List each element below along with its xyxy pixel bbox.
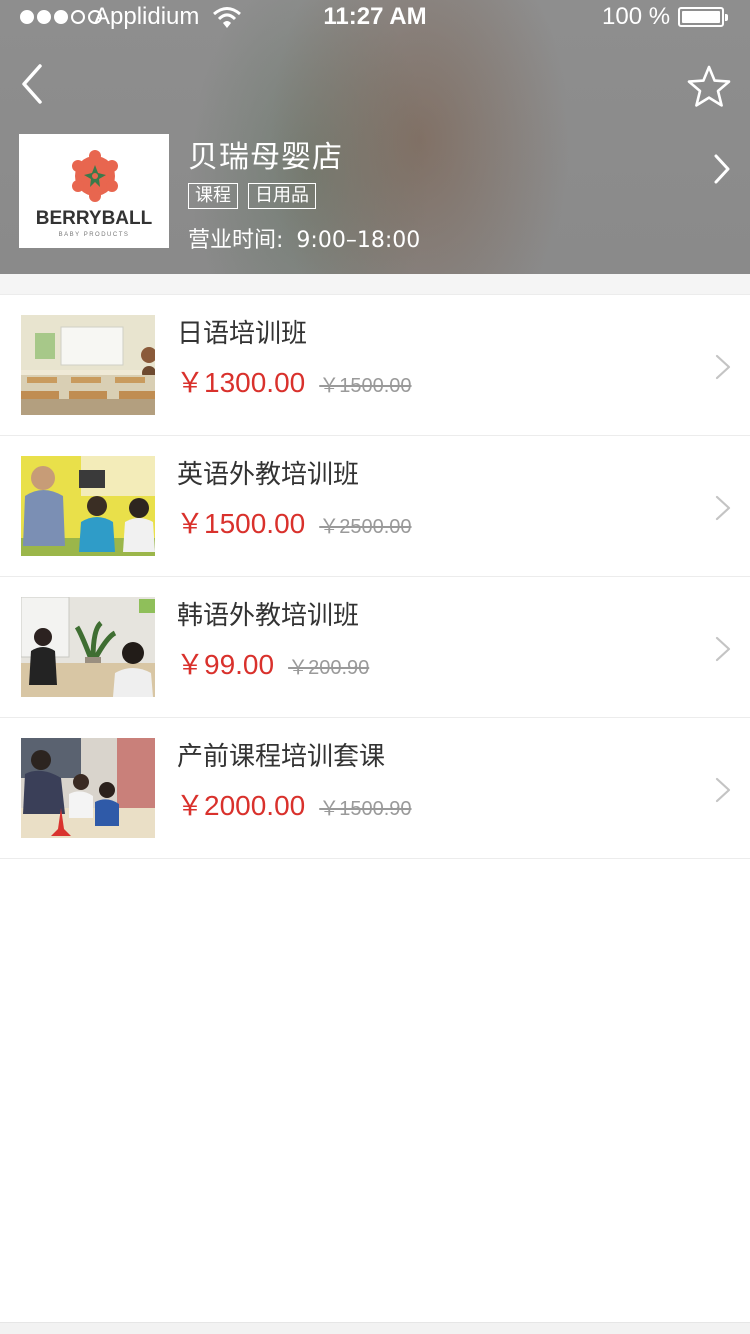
chevron-right-icon bbox=[715, 777, 731, 803]
status-bar: Applidium 11:27 AM 100 % bbox=[0, 0, 750, 34]
course-thumbnail bbox=[21, 597, 155, 697]
course-list: 日语培训班 ￥1300.00 ￥1500.00 英语外教培训班 ￥1500.00… bbox=[0, 295, 750, 859]
course-title: 英语外教培训班 bbox=[177, 460, 360, 490]
course-thumbnail bbox=[21, 456, 155, 556]
store-detail-button[interactable] bbox=[708, 152, 736, 186]
course-price: ￥1500.00 bbox=[176, 508, 306, 539]
favorite-button[interactable] bbox=[686, 64, 732, 110]
business-hours-label: 营业时间: bbox=[188, 228, 284, 253]
battery-icon bbox=[678, 7, 728, 27]
star-outline-icon bbox=[687, 65, 731, 107]
course-item[interactable]: 英语外教培训班 ￥1500.00 ￥2500.00 bbox=[0, 436, 750, 577]
battery-percentage: 100 % bbox=[602, 3, 671, 30]
chevron-left-icon bbox=[22, 64, 42, 104]
store-logo: BERRYBALL BABY PRODUCTS bbox=[19, 134, 169, 248]
store-tag: 日用品 bbox=[248, 183, 316, 209]
store-tags: 课程 日用品 bbox=[188, 183, 316, 209]
course-thumbnail bbox=[21, 738, 155, 838]
course-price: ￥2000.00 bbox=[176, 790, 306, 821]
chevron-right-icon bbox=[715, 354, 731, 380]
course-title: 日语培训班 bbox=[177, 319, 308, 349]
back-button[interactable] bbox=[16, 60, 52, 108]
course-title: 产前课程培训套课 bbox=[177, 742, 386, 772]
chevron-right-icon bbox=[714, 154, 730, 184]
business-hours-value: 9:00–18:00 bbox=[296, 228, 421, 253]
business-hours: 营业时间: 9:00–18:00 bbox=[188, 222, 420, 254]
course-thumbnail bbox=[21, 315, 155, 415]
course-item[interactable]: 日语培训班 ￥1300.00 ￥1500.00 bbox=[0, 295, 750, 436]
course-title: 韩语外教培训班 bbox=[177, 601, 360, 631]
course-original-price: ￥2500.00 bbox=[319, 516, 412, 538]
store-name: 贝瑞母婴店 bbox=[188, 140, 343, 175]
course-prices: ￥1300.00 ￥1500.00 bbox=[176, 361, 412, 401]
course-original-price: ￥1500.90 bbox=[319, 798, 412, 820]
chevron-right-icon bbox=[715, 636, 731, 662]
course-prices: ￥1500.00 ￥2500.00 bbox=[176, 502, 412, 542]
course-prices: ￥2000.00 ￥1500.90 bbox=[176, 784, 412, 824]
logo-tagline: BABY PRODUCTS bbox=[59, 232, 130, 238]
course-prices: ￥99.00 ￥200.90 bbox=[176, 643, 369, 683]
section-separator bbox=[0, 274, 750, 295]
bottom-edge bbox=[0, 1322, 750, 1334]
course-item[interactable]: 产前课程培训套课 ￥2000.00 ￥1500.90 bbox=[0, 718, 750, 859]
store-tag: 课程 bbox=[188, 183, 238, 209]
store-header: Applidium 11:27 AM 100 % BERRYBALL BABY … bbox=[0, 0, 750, 274]
course-price: ￥1300.00 bbox=[176, 367, 306, 398]
course-original-price: ￥1500.00 bbox=[319, 375, 412, 397]
chevron-right-icon bbox=[715, 495, 731, 521]
course-original-price: ￥200.90 bbox=[288, 657, 370, 679]
logo-wordmark: BERRYBALL bbox=[36, 208, 153, 229]
course-price: ￥99.00 bbox=[176, 649, 275, 680]
course-item[interactable]: 韩语外教培训班 ￥99.00 ￥200.90 bbox=[0, 577, 750, 718]
